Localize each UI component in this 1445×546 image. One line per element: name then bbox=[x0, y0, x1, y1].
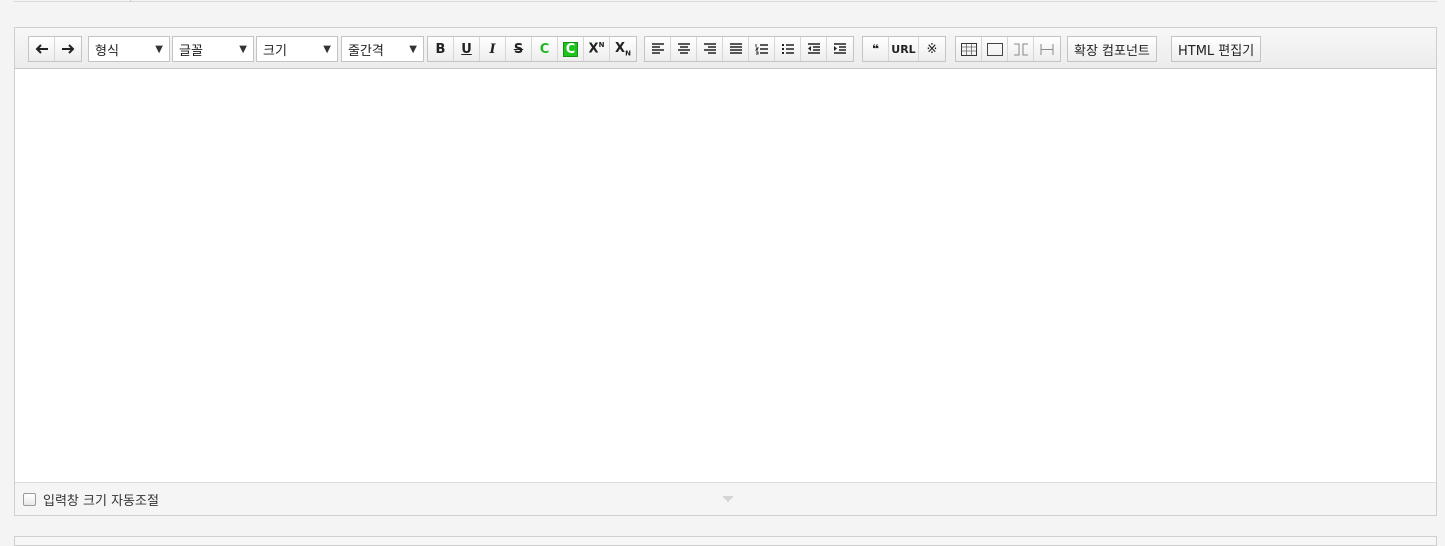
quote-icon: ❝ bbox=[871, 42, 880, 56]
autosize-checkbox[interactable] bbox=[23, 492, 36, 506]
background-color-button[interactable]: C bbox=[558, 37, 584, 61]
editor-toolbar: 형식 ▼ 글꼴 ▼ 크기 ▼ 줄간격 ▼ B U I S C C XN XN ❝… bbox=[15, 28, 1436, 69]
special-char-icon: ※ bbox=[926, 41, 938, 57]
size-group: 크기 ▼ bbox=[256, 36, 338, 62]
line-height-dropdown[interactable]: 줄간격 ▼ bbox=[342, 37, 423, 61]
italic-button[interactable]: I bbox=[480, 37, 506, 61]
editor-content-area[interactable] bbox=[15, 69, 1436, 483]
align-center-icon bbox=[677, 43, 690, 54]
arrow-right-icon bbox=[62, 44, 75, 54]
align-justify-button[interactable] bbox=[723, 37, 749, 61]
html-editor-group: HTML 편집기 bbox=[1171, 36, 1262, 62]
size-dropdown-label: 크기 bbox=[263, 43, 287, 59]
font-color-icon: C bbox=[539, 41, 550, 57]
redo-button[interactable] bbox=[55, 37, 81, 61]
font-dropdown[interactable]: 글꼴 ▼ bbox=[173, 37, 253, 61]
url-label: URL bbox=[891, 42, 916, 56]
size-dropdown[interactable]: 크기 ▼ bbox=[257, 37, 337, 61]
indent-button[interactable] bbox=[827, 37, 853, 61]
unordered-list-button[interactable] bbox=[775, 37, 801, 61]
extension-group: 확장 컴포넌트 bbox=[1067, 36, 1157, 62]
extension-component-label: 확장 컴포넌트 bbox=[1074, 43, 1150, 59]
subscript-icon: XN bbox=[615, 41, 631, 58]
align-center-button[interactable] bbox=[671, 37, 697, 61]
merge-cells-button[interactable] bbox=[1008, 37, 1034, 61]
chevron-down-icon: ▼ bbox=[409, 43, 417, 55]
style-dropdowns: 형식 ▼ bbox=[88, 36, 170, 62]
background-color-icon: C bbox=[562, 41, 579, 57]
underline-icon: U bbox=[461, 41, 472, 57]
arrow-left-icon bbox=[35, 44, 48, 54]
indent-icon bbox=[834, 43, 846, 54]
format-dropdown-label: 형식 bbox=[95, 43, 119, 59]
history-group bbox=[28, 36, 82, 62]
unordered-list-icon bbox=[781, 44, 794, 54]
split-cells-button[interactable] bbox=[1034, 37, 1060, 61]
next-section-box bbox=[14, 536, 1437, 546]
special-char-button[interactable]: ※ bbox=[919, 37, 945, 61]
font-group: 글꼴 ▼ bbox=[172, 36, 254, 62]
insert-table-button[interactable] bbox=[956, 37, 982, 61]
chevron-down-icon: ▼ bbox=[155, 43, 163, 55]
font-dropdown-label: 글꼴 bbox=[179, 43, 203, 59]
font-color-button[interactable]: C bbox=[532, 37, 558, 61]
table-icon bbox=[960, 42, 977, 56]
align-right-button[interactable] bbox=[697, 37, 723, 61]
previous-section-border bbox=[14, 0, 1437, 2]
underline-button[interactable]: U bbox=[454, 37, 480, 61]
line-height-dropdown-label: 줄간격 bbox=[348, 43, 384, 59]
align-right-icon bbox=[703, 43, 716, 54]
divider-mark bbox=[130, 0, 131, 2]
paragraph-group bbox=[644, 36, 854, 62]
align-justify-icon bbox=[729, 43, 742, 54]
bold-button[interactable]: B bbox=[428, 37, 454, 61]
outdent-button[interactable] bbox=[801, 37, 827, 61]
resize-handle-icon[interactable] bbox=[722, 496, 734, 502]
outdent-icon bbox=[807, 43, 820, 54]
blockquote-button[interactable]: ❝ bbox=[863, 37, 889, 61]
table-border-button[interactable] bbox=[982, 37, 1008, 61]
text-format-group: B U I S C C XN XN bbox=[427, 36, 637, 62]
box-icon bbox=[986, 42, 1003, 56]
insert-group: ❝ URL ※ bbox=[862, 36, 946, 62]
superscript-letter: X bbox=[588, 41, 599, 57]
extension-component-button[interactable]: 확장 컴포넌트 bbox=[1068, 37, 1156, 61]
chevron-down-icon: ▼ bbox=[323, 43, 331, 55]
html-editor-button[interactable]: HTML 편집기 bbox=[1172, 37, 1261, 61]
url-button[interactable]: URL bbox=[889, 37, 919, 61]
html-editor-label: HTML 편집기 bbox=[1178, 43, 1255, 59]
line-height-group: 줄간격 ▼ bbox=[341, 36, 424, 62]
subscript-letter: X bbox=[615, 40, 626, 56]
undo-button[interactable] bbox=[29, 37, 55, 61]
strikethrough-icon: S bbox=[513, 41, 524, 57]
superscript-mark: N bbox=[598, 41, 605, 50]
rich-text-editor: 형식 ▼ 글꼴 ▼ 크기 ▼ 줄간격 ▼ B U I S C C XN XN ❝… bbox=[14, 27, 1437, 516]
ordered-list-button[interactable] bbox=[749, 37, 775, 61]
chevron-down-icon: ▼ bbox=[239, 43, 247, 55]
superscript-icon: XN bbox=[589, 41, 605, 56]
merge-cells-icon bbox=[1013, 43, 1028, 55]
subscript-button[interactable]: XN bbox=[610, 37, 636, 61]
align-left-icon bbox=[651, 43, 664, 54]
superscript-button[interactable]: XN bbox=[584, 37, 610, 61]
table-group bbox=[955, 36, 1061, 62]
autosize-label: 입력창 크기 자동조절 bbox=[43, 493, 159, 509]
ordered-list-icon bbox=[754, 44, 768, 55]
editor-footer: 입력창 크기 자동조절 bbox=[15, 483, 1436, 515]
format-dropdown[interactable]: 형식 ▼ bbox=[89, 37, 169, 61]
bold-icon: B bbox=[435, 41, 446, 57]
split-cells-icon bbox=[1040, 43, 1054, 55]
strikethrough-button[interactable]: S bbox=[506, 37, 532, 61]
italic-icon: I bbox=[489, 41, 496, 57]
align-left-button[interactable] bbox=[645, 37, 671, 61]
subscript-mark: N bbox=[625, 49, 631, 58]
